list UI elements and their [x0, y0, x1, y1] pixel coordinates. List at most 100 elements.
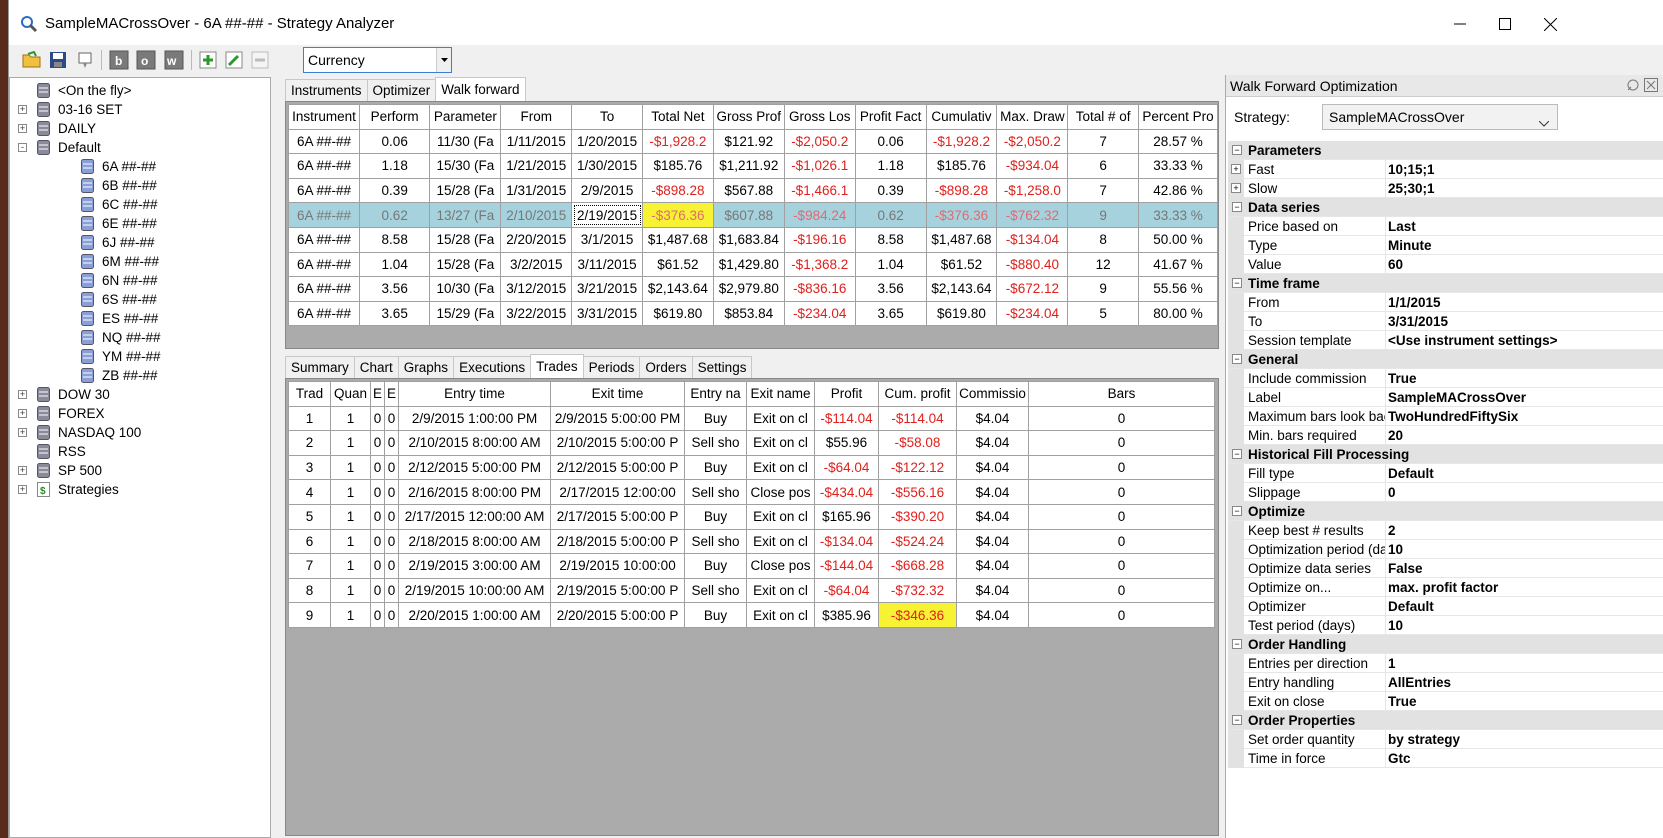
property-value[interactable]: True — [1388, 371, 1663, 386]
property-value[interactable]: False — [1388, 561, 1663, 576]
table-row[interactable]: 1 1 0 0 2/9/2015 1:00:00 PM 2/9/2015 5:00:00 … — [288, 405, 1216, 432]
tab-walk-forward[interactable]: Walk forward — [435, 77, 526, 101]
column-header-to[interactable]: To — [571, 104, 643, 130]
column-header-profit[interactable]: Profit — [814, 381, 880, 407]
table-row[interactable]: 6A ##-## 8.58 15/28 (Fa 2/20/2015 3/1/2015 $1… — [288, 226, 1218, 253]
property-type[interactable]: Type Minute — [1228, 236, 1663, 255]
column-header-entry-na[interactable]: Entry na — [684, 381, 748, 407]
collapse-icon[interactable]: − — [1232, 354, 1242, 364]
property-optimizer[interactable]: Optimizer Default — [1228, 597, 1663, 616]
property-optimization-period-da[interactable]: Optimization period (da 10 — [1228, 540, 1663, 559]
property-value[interactable]: 2 — [1388, 523, 1663, 538]
tab-graphs[interactable]: Graphs — [397, 356, 455, 378]
property-value[interactable]: TwoHundredFiftySix — [1388, 409, 1663, 424]
table-row[interactable]: 7 1 0 0 2/19/2015 3:00:00 AM 2/19/2015 10:00:… — [288, 553, 1216, 579]
close-pane-icon[interactable] — [1644, 78, 1658, 95]
property-to[interactable]: To 3/31/2015 — [1228, 312, 1663, 331]
column-header-bars[interactable]: Bars — [1028, 381, 1216, 407]
column-header-profit-fact[interactable]: Profit Fact — [854, 104, 927, 130]
property-value[interactable]: max. profit factor — [1388, 580, 1663, 595]
collapse-icon[interactable]: − — [1232, 639, 1242, 649]
property-value[interactable]: 10 — [1388, 542, 1663, 557]
properties-button[interactable] — [75, 49, 97, 71]
expand-icon[interactable]: + — [18, 390, 27, 399]
tree-item-default[interactable]: Default — [37, 138, 101, 157]
instrument-list-combo[interactable]: Currency — [303, 47, 452, 73]
maximize-button[interactable] — [1483, 6, 1527, 42]
category-historical-fill-processing[interactable]: − Historical Fill Processing — [1228, 445, 1663, 464]
property-optimize-data-series[interactable]: Optimize data series False — [1228, 559, 1663, 578]
tree-item-6j[interactable]: 6J ##-## — [81, 233, 155, 252]
property-fast[interactable]: + Fast 10;15;1 — [1228, 160, 1663, 179]
property-value[interactable]: 0 — [1388, 485, 1663, 500]
column-header-perform[interactable]: Perform — [358, 104, 431, 130]
property-session-template[interactable]: Session template <Use instrument settings… — [1228, 331, 1663, 350]
column-header-e[interactable]: E — [384, 381, 400, 407]
expand-icon[interactable]: + — [18, 124, 27, 133]
tree-item-6m[interactable]: 6M ##-## — [81, 252, 159, 271]
category-optimize[interactable]: − Optimize — [1228, 502, 1663, 521]
column-header-percent-pro[interactable]: Percent Pro — [1138, 104, 1218, 130]
tab-trades[interactable]: Trades — [530, 354, 584, 378]
property-value[interactable]: 25;30;1 — [1388, 181, 1663, 196]
property-value[interactable]: by strategy — [1388, 732, 1663, 747]
property-price-based-on[interactable]: Price based on Last — [1228, 217, 1663, 236]
b-button[interactable]: b — [108, 49, 130, 71]
property-value[interactable]: 1 — [1388, 656, 1663, 671]
chevron-down-icon[interactable] — [436, 48, 451, 72]
column-header-trad[interactable]: Trad — [288, 381, 331, 407]
tree-item-nasdaq-100[interactable]: NASDAQ 100 — [37, 423, 141, 442]
collapse-icon[interactable]: − — [1232, 278, 1242, 288]
table-row[interactable]: 6A ##-## 3.65 15/29 (Fa 3/22/2015 3/31/2015 $… — [288, 300, 1218, 327]
tree-item-6b[interactable]: 6B ##-## — [81, 176, 157, 195]
column-header-total-net[interactable]: Total Net — [642, 104, 714, 130]
save-button[interactable] — [47, 49, 69, 71]
category-general[interactable]: − General — [1228, 350, 1663, 369]
property-value[interactable]: 20 — [1388, 428, 1663, 443]
property-label[interactable]: Label SampleMACrossOver — [1228, 388, 1663, 407]
column-header-entry-time[interactable]: Entry time — [398, 381, 552, 407]
column-header-e[interactable]: E — [369, 381, 386, 407]
tree-item-6a[interactable]: 6A ##-## — [81, 157, 156, 176]
tree-item-6e[interactable]: 6E ##-## — [81, 214, 157, 233]
property-set-order-quantity[interactable]: Set order quantity by strategy — [1228, 730, 1663, 749]
property-keep-best-results[interactable]: Keep best # results 2 — [1228, 521, 1663, 540]
table-row[interactable]: 6 1 0 0 2/18/2015 8:00:00 AM 2/18/2015 5:00:0… — [288, 528, 1216, 555]
column-header-parameter[interactable]: Parameter — [429, 104, 502, 130]
table-row[interactable]: 5 1 0 0 2/17/2015 12:00:00 AM 2/17/2015 5:00:… — [288, 503, 1216, 530]
table-row[interactable]: 6A ##-## 0.39 15/28 (Fa 1/31/2015 2/9/2015 -$… — [288, 177, 1218, 204]
tab-executions[interactable]: Executions — [453, 356, 532, 378]
tree-item-forex[interactable]: FOREX — [37, 404, 105, 423]
column-header-gross-prof[interactable]: Gross Prof — [712, 104, 785, 130]
property-value[interactable]: 1/1/2015 — [1388, 295, 1663, 310]
column-header-quan[interactable]: Quan — [330, 381, 371, 407]
tab-orders[interactable]: Orders — [639, 356, 693, 378]
column-header-exit-name[interactable]: Exit name — [746, 381, 816, 407]
category-data-series[interactable]: − Data series — [1228, 198, 1663, 217]
property-value[interactable]: <Use instrument settings> — [1388, 333, 1663, 348]
table-row[interactable]: 6A ##-## 0.62 13/27 (Fa 2/10/2015 2/19/2015-… — [288, 202, 1218, 228]
collapse-icon[interactable]: − — [1232, 449, 1242, 459]
expand-icon[interactable]: + — [18, 409, 27, 418]
property-from[interactable]: From 1/1/2015 — [1228, 293, 1663, 312]
pin-icon[interactable] — [1626, 78, 1640, 95]
property-value[interactable]: True — [1388, 694, 1663, 709]
category-order-handling[interactable]: − Order Handling — [1228, 635, 1663, 654]
tree-item-03-16-set[interactable]: 03-16 SET — [37, 100, 123, 119]
collapse-icon[interactable]: - — [18, 143, 27, 152]
tree-item-nq[interactable]: NQ ##-## — [81, 328, 161, 347]
table-row[interactable]: 6A ##-## 3.56 10/30 (Fa 3/12/2015 3/21/2015 $… — [288, 276, 1218, 302]
expand-icon[interactable]: + — [1231, 164, 1241, 174]
tree-item-6n[interactable]: 6N ##-## — [81, 271, 158, 290]
remove-button[interactable] — [249, 49, 271, 71]
column-header-from[interactable]: From — [500, 104, 573, 130]
property-value[interactable]: Last — [1388, 219, 1663, 234]
column-header-cumulativ[interactable]: Cumulativ — [925, 104, 998, 130]
column-header-gross-los[interactable]: Gross Los — [783, 104, 856, 130]
tab-settings[interactable]: Settings — [691, 356, 753, 378]
tree-item-strategies[interactable]: $ Strategies — [37, 480, 119, 499]
property-value[interactable]: 3/31/2015 — [1388, 314, 1663, 329]
column-header-cum-profit[interactable]: Cum. profit — [878, 381, 958, 407]
tree-item-dow-30[interactable]: DOW 30 — [37, 385, 110, 404]
tree-item-ym[interactable]: YM ##-## — [81, 347, 161, 366]
